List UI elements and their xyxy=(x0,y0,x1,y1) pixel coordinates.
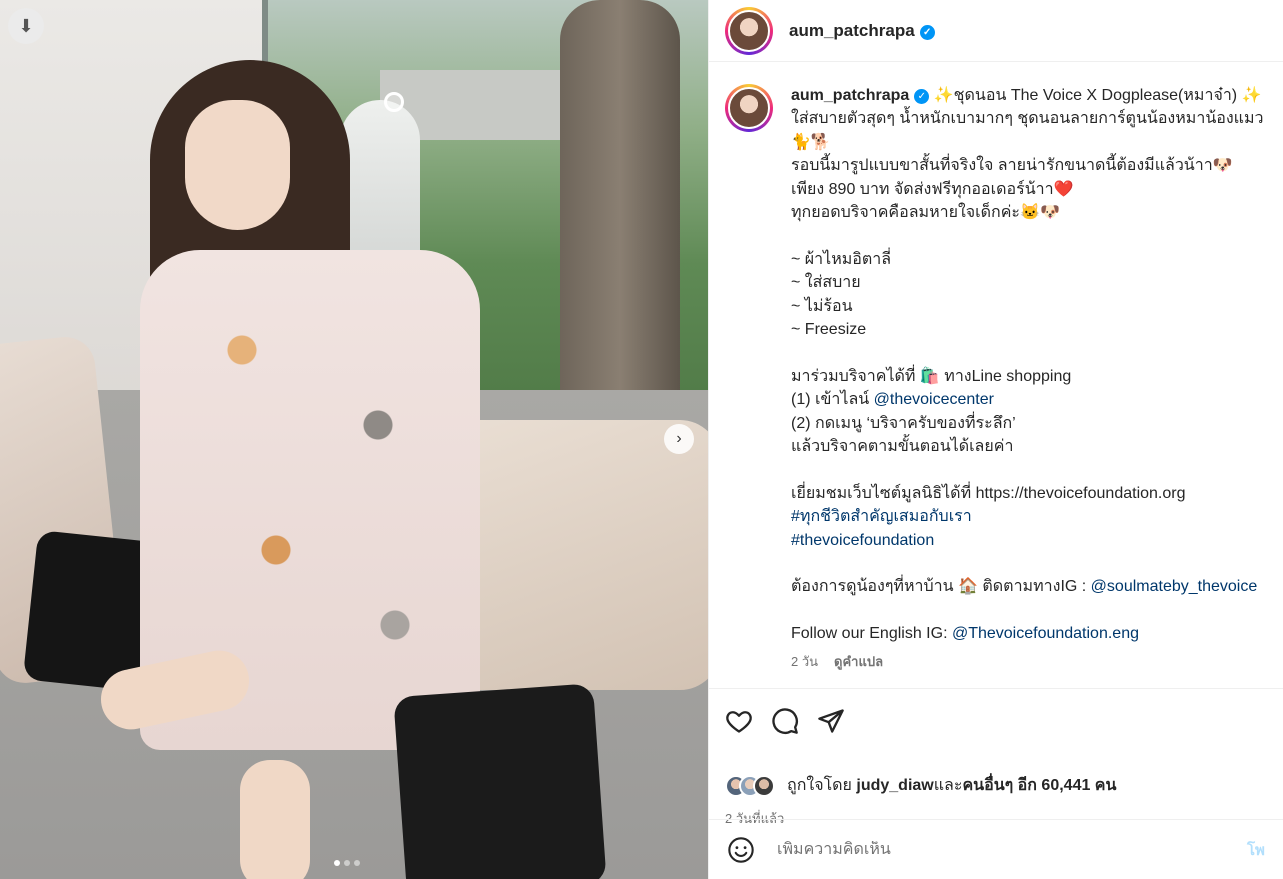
hashtag-link[interactable]: #ทุกชีวิตสำคัญเสมอกับเรา xyxy=(791,508,972,525)
likes-count[interactable]: คนอื่นๆ อีก 60,441 คน xyxy=(962,773,1116,798)
carousel-dot xyxy=(344,860,350,866)
caption-username[interactable]: aum_patchrapa xyxy=(791,87,909,104)
verified-badge-icon: ✓ xyxy=(914,89,930,104)
mention-link[interactable]: @thevoicecenter xyxy=(874,391,994,408)
mention-link[interactable]: @soulmateby_thevoice xyxy=(1091,578,1258,595)
likes-summary: ถูกใจโดย judy_diaw และ คนอื่นๆ อีก 60,441… xyxy=(725,773,1267,798)
chevron-right-icon[interactable]: › xyxy=(664,424,694,454)
caption-line: Follow our English IG: xyxy=(791,625,952,643)
comment-input[interactable] xyxy=(777,840,1237,859)
photo-person-face xyxy=(185,100,290,230)
download-icon[interactable]: ⬇ xyxy=(8,8,44,44)
emoji-icon[interactable] xyxy=(727,836,755,864)
post-actions: ถูกใจโดย judy_diaw และ คนอื่นๆ อีก 60,441… xyxy=(709,688,1283,829)
heart-icon[interactable] xyxy=(725,707,753,735)
caption-line: รอบนี้มารูปแบบขาสั้นที่จริงใจ ลายน่ารักข… xyxy=(791,157,1233,175)
caption-line: (1) เข้าไลน์ xyxy=(791,391,874,409)
share-icon[interactable] xyxy=(817,707,845,735)
caption-avatar[interactable] xyxy=(725,84,773,132)
post-comment-button[interactable]: โพ xyxy=(1247,838,1265,862)
caption-line: ~ Freesize xyxy=(791,321,867,339)
verified-badge-icon: ✓ xyxy=(919,24,935,40)
post-photo[interactable]: ⬇ › xyxy=(0,0,708,879)
caption-line: มาร่วมบริจาคได้ที่ 🛍️ ทางLine shopping xyxy=(791,367,1072,385)
caption-line: ใส่สบายตัวสุดๆ น้ำหนักเบามากๆ ชุดนอนลายก… xyxy=(791,110,1264,128)
caption-line: ~ ไม่ร้อน xyxy=(791,297,853,315)
likes-prefix: ถูกใจโดย xyxy=(787,777,852,794)
caption-line: แล้วบริจาคตามขั้นตอนได้เลยค่า xyxy=(791,438,1014,456)
liker-username[interactable]: judy_diaw xyxy=(856,777,933,795)
comment-bar: โพ xyxy=(709,819,1283,879)
caption-line: เยี่ยมชมเว็บไซต์มูลนิธิได้ที่ https://th… xyxy=(791,484,1186,502)
caption-text: aum_patchrapa ✓ ✨ชุดนอน The Voice X Dogpl… xyxy=(791,84,1283,688)
carousel-dots xyxy=(334,860,360,866)
carousel-dot xyxy=(354,860,360,866)
hashtag-link[interactable]: #thevoicefoundation xyxy=(791,532,934,549)
caption-line: ~ ใส่สบาย xyxy=(791,274,861,292)
post-header: aum_patchrapa ✓ xyxy=(709,0,1283,62)
tag-icon[interactable] xyxy=(384,92,404,112)
caption-meta: 2 วัน ดูคำแปล xyxy=(791,650,1283,673)
caption-line: ✨ชุดนอน The Voice X Dogplease(หมาจ๋า) ✨ xyxy=(933,87,1262,104)
caption-line: ~ ผ้าไหมอิตาลี่ xyxy=(791,250,892,268)
caption: aum_patchrapa ✓ ✨ชุดนอน The Voice X Dogpl… xyxy=(725,84,1283,688)
avatar[interactable] xyxy=(725,6,773,55)
avatar xyxy=(753,774,775,797)
avatar-image xyxy=(728,9,770,52)
photo-cushion-black xyxy=(393,683,607,879)
caption-line: (2) กดเมนู ‘บริจาครับของที่ระลึก’ xyxy=(791,414,1016,432)
avatar-image xyxy=(728,87,770,129)
caption-age: 2 วัน xyxy=(791,653,819,669)
photo-tree xyxy=(560,0,680,440)
caption-line: ต้องการดูน้องๆที่หาบ้าน 🏠 ติดตามทางIG : xyxy=(791,578,1091,596)
caption-line: ทุกยอดบริจาคคือลมหายใจเด็กค่ะ🐱🐶 xyxy=(791,204,1060,222)
header-username[interactable]: aum_patchrapa ✓ xyxy=(789,21,935,41)
comment-icon[interactable] xyxy=(771,707,799,735)
carousel-dot-active xyxy=(334,860,340,866)
username-text[interactable]: aum_patchrapa xyxy=(789,21,915,40)
mention-link[interactable]: @Thevoicefoundation.eng xyxy=(952,625,1139,642)
caption-line: 🐈🐕 xyxy=(791,133,831,151)
likes-middle: และ xyxy=(933,777,963,794)
liker-avatars[interactable] xyxy=(725,774,781,797)
see-translation-button[interactable]: ดูคำแปล xyxy=(834,654,883,669)
post-sidebar: aum_patchrapa ✓ aum_patchrapa ✓ ✨ชุดนอน Th… xyxy=(708,0,1283,879)
caption-line: เพียง 890 บาท จัดส่งฟรีทุกออเดอร์น้าา❤️ xyxy=(791,180,1074,198)
photo-person-leg xyxy=(240,760,310,879)
